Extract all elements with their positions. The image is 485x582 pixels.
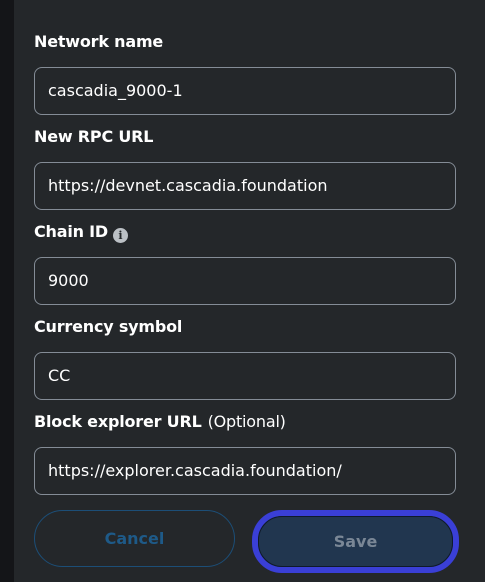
block-explorer-label: Block explorer URL (Optional) — [34, 412, 286, 432]
info-icon[interactable]: i — [113, 228, 128, 243]
block-explorer-label-text: Block explorer URL — [34, 412, 202, 431]
rpc-url-label: New RPC URL — [34, 127, 154, 146]
network-name-label: Network name — [34, 32, 164, 51]
chain-id-input[interactable]: 9000 — [34, 257, 456, 305]
rpc-url-input[interactable]: https://devnet.cascadia.foundation — [34, 162, 456, 210]
chain-id-label: Chain ID — [34, 222, 109, 241]
block-explorer-input[interactable]: https://explorer.cascadia.foundation/ — [34, 447, 456, 495]
currency-symbol-input[interactable]: CC — [34, 352, 456, 400]
network-name-input[interactable]: cascadia_9000-1 — [34, 67, 456, 115]
save-button[interactable]: Save — [252, 510, 459, 573]
left-edge — [0, 0, 14, 582]
currency-symbol-label: Currency symbol — [34, 317, 183, 336]
optional-hint: (Optional) — [207, 412, 286, 431]
cancel-button[interactable]: Cancel — [34, 510, 235, 567]
